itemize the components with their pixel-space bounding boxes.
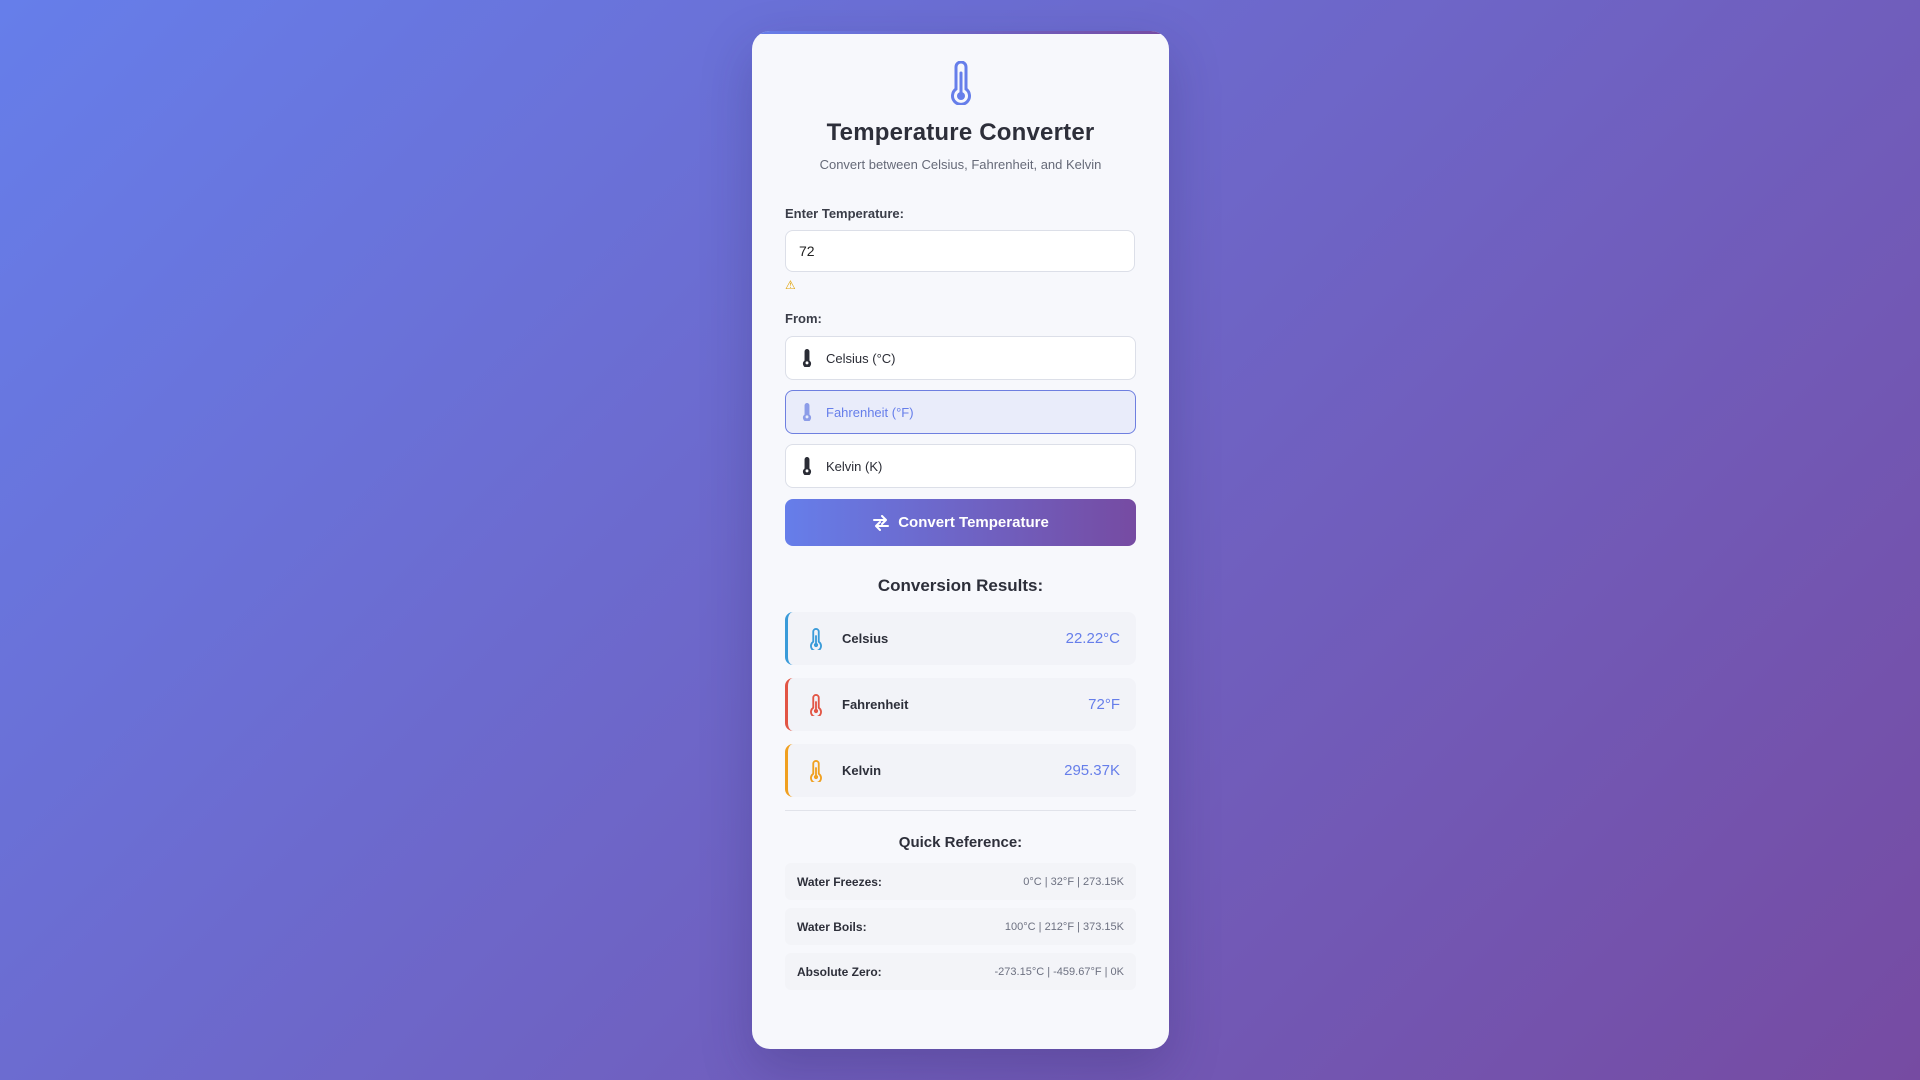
convert-button-label: Convert Temperature xyxy=(898,514,1049,531)
reference-row: Absolute Zero: -273.15°C | -459.67°F | 0… xyxy=(785,953,1136,990)
thermometer-icon xyxy=(810,627,822,650)
result-value: 72°F xyxy=(1088,696,1120,713)
unit-options: Celsius (°C) Fahrenheit (°F) Kelvin (K) xyxy=(785,336,1136,488)
thermometer-icon xyxy=(810,759,822,782)
header: Temperature Converter Convert between Ce… xyxy=(752,31,1169,172)
reference-name: Water Boils: xyxy=(797,919,867,934)
unit-option-fahrenheit[interactable]: Fahrenheit (°F) xyxy=(785,390,1136,434)
page-title: Temperature Converter xyxy=(826,119,1095,146)
temperature-input[interactable] xyxy=(785,230,1135,272)
unit-option-label: Celsius (°C) xyxy=(826,350,896,366)
warning-icon: ⚠ xyxy=(785,278,796,292)
page-subtitle: Convert between Celsius, Fahrenheit, and… xyxy=(819,157,1102,172)
from-label: From: xyxy=(785,311,822,326)
result-celsius: Celsius 22.22°C xyxy=(785,612,1136,665)
input-section: Enter Temperature: ⚠ From: Celsius (°C) … xyxy=(752,206,1169,990)
swap-arrows-icon xyxy=(873,514,890,531)
result-value: 295.37K xyxy=(1064,762,1120,779)
results-list: Celsius 22.22°C Fahrenheit 72°F Kelvin 2… xyxy=(785,612,1136,797)
result-fahrenheit: Fahrenheit 72°F xyxy=(785,678,1136,731)
result-name: Kelvin xyxy=(842,763,882,778)
thermometer-icon xyxy=(802,349,812,367)
thermometer-icon xyxy=(950,61,971,105)
reference-name: Absolute Zero: xyxy=(797,964,882,979)
thermometer-icon xyxy=(802,457,812,475)
reference-title: Quick Reference: xyxy=(898,834,1023,851)
result-value: 22.22°C xyxy=(1065,630,1120,647)
divider xyxy=(785,810,1136,811)
convert-button[interactable]: Convert Temperature xyxy=(785,499,1136,546)
unit-option-label: Kelvin (K) xyxy=(826,458,883,474)
reference-value: -273.15°C | -459.67°F | 0K xyxy=(994,965,1124,978)
reference-name: Water Freezes: xyxy=(797,874,882,889)
reference-row: Water Freezes: 0°C | 32°F | 273.15K xyxy=(785,863,1136,900)
reference-list: Water Freezes: 0°C | 32°F | 273.15K Wate… xyxy=(785,863,1136,990)
result-name: Fahrenheit xyxy=(842,697,909,712)
unit-option-kelvin[interactable]: Kelvin (K) xyxy=(785,444,1136,488)
converter-card: Temperature Converter Convert between Ce… xyxy=(752,31,1169,1049)
reference-value: 100°C | 212°F | 373.15K xyxy=(1004,920,1124,933)
reference-row: Water Boils: 100°C | 212°F | 373.15K xyxy=(785,908,1136,945)
results-title: Conversion Results: xyxy=(877,576,1044,595)
temperature-label: Enter Temperature: xyxy=(785,206,904,221)
unit-option-label: Fahrenheit (°F) xyxy=(826,404,914,420)
result-name: Celsius xyxy=(842,631,889,646)
result-kelvin: Kelvin 295.37K xyxy=(785,744,1136,797)
reference-value: 0°C | 32°F | 273.15K xyxy=(1023,875,1124,888)
unit-option-celsius[interactable]: Celsius (°C) xyxy=(785,336,1136,380)
thermometer-icon xyxy=(802,403,812,421)
thermometer-icon xyxy=(810,693,822,716)
